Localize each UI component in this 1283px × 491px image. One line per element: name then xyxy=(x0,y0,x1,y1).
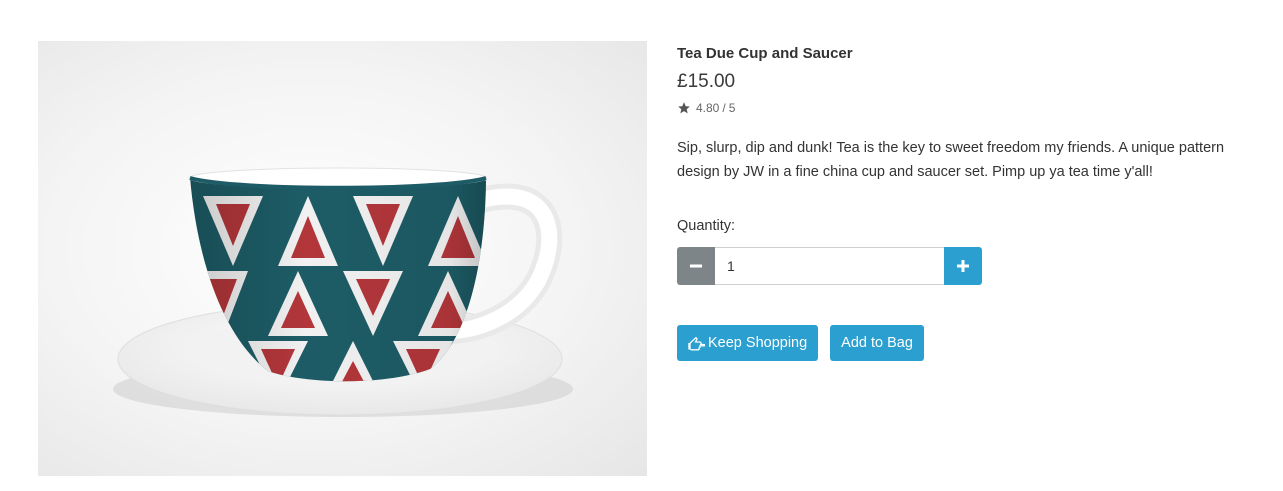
product-price: £15.00 xyxy=(677,71,736,92)
hand-left-icon xyxy=(688,336,705,351)
product-description: Sip, slurp, dip and dunk! Tea is the key… xyxy=(677,140,1225,180)
keep-shopping-button[interactable]: Keep Shopping xyxy=(677,325,819,361)
minus-icon xyxy=(690,264,702,268)
rating-max: 5 xyxy=(728,101,736,115)
decrement-quantity-button[interactable] xyxy=(677,247,715,285)
product-actions: Keep Shopping Add to Bag xyxy=(677,325,1267,361)
product-details: Tea Due Cup and Saucer £15.00 4.80 / 5 S… xyxy=(677,44,1267,361)
product-rating: 4.80 / 5 xyxy=(677,100,1267,116)
quantity-input[interactable] xyxy=(715,247,944,285)
plus-icon xyxy=(957,260,969,272)
rating-score: 4.80 xyxy=(696,101,720,115)
increment-quantity-button[interactable] xyxy=(944,247,982,285)
rating-separator: / xyxy=(722,101,726,115)
star-icon xyxy=(678,102,690,114)
quantity-label: Quantity: xyxy=(677,218,736,234)
product-image xyxy=(38,41,647,476)
keep-shopping-label: Keep Shopping xyxy=(708,335,808,351)
add-to-bag-button[interactable]: Add to Bag xyxy=(830,325,924,361)
product-title: Tea Due Cup and Saucer xyxy=(677,45,853,62)
quantity-stepper xyxy=(677,247,982,285)
